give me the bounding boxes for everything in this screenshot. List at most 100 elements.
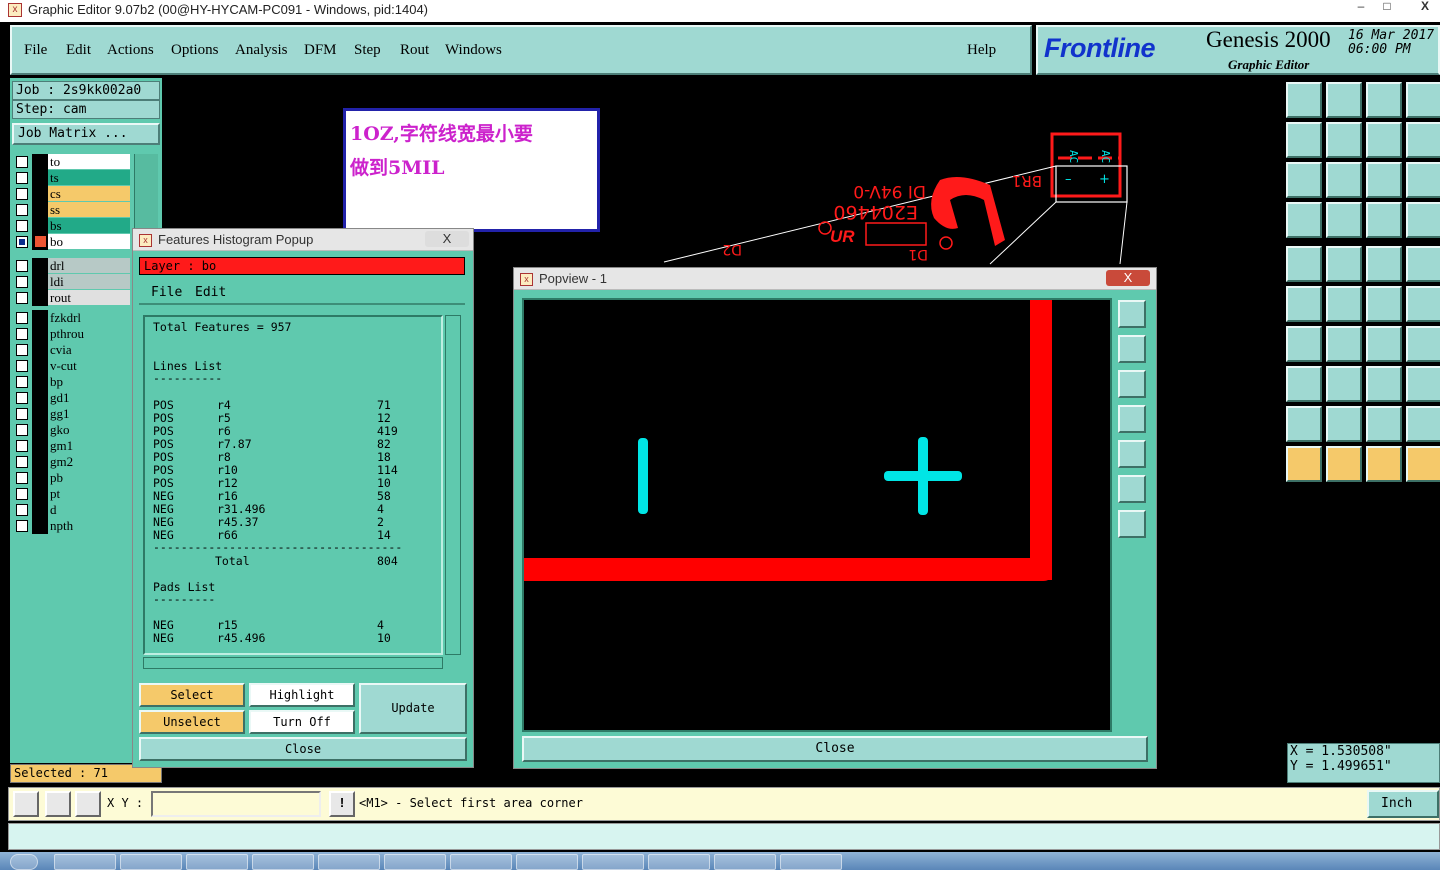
menu-actions[interactable]: Actions: [107, 42, 154, 59]
taskbar-item-3[interactable]: [186, 854, 248, 870]
popview-drawing-area[interactable]: [522, 298, 1112, 732]
layer-checkbox[interactable]: [16, 312, 28, 324]
layer-name[interactable]: gko: [48, 422, 130, 437]
taskbar-item-6[interactable]: [384, 854, 446, 870]
menu-rout[interactable]: Rout: [400, 42, 429, 59]
toolbar-tool-icon[interactable]: [1406, 122, 1440, 158]
layer-name[interactable]: gm2: [48, 454, 130, 469]
toolbar-tool-icon[interactable]: [1286, 286, 1322, 322]
layer-row-gko[interactable]: gko: [14, 422, 132, 438]
units-button[interactable]: Inch: [1367, 790, 1439, 818]
popview-close-button[interactable]: Close: [522, 736, 1148, 762]
layer-row-pthrou[interactable]: pthrou: [14, 326, 132, 342]
taskbar-item-7[interactable]: [450, 854, 512, 870]
menu-file[interactable]: File: [24, 42, 47, 59]
layer-row-rout[interactable]: rout: [14, 290, 132, 306]
layer-checkbox[interactable]: [16, 488, 28, 500]
layer-checkbox[interactable]: [16, 328, 28, 340]
layer-row-ts[interactable]: ts: [14, 170, 132, 186]
layer-checkbox[interactable]: [16, 188, 28, 200]
layer-name[interactable]: pt: [48, 486, 130, 501]
menu-windows[interactable]: Windows: [445, 42, 502, 59]
layer-checkbox[interactable]: [16, 236, 28, 248]
toolbar-tool-icon[interactable]: [1286, 202, 1322, 238]
snap-mode-icon[interactable]: [13, 791, 39, 817]
layer-row-pb[interactable]: pb: [14, 470, 132, 486]
layer-name[interactable]: cvia: [48, 342, 130, 357]
xy-input[interactable]: [151, 791, 321, 817]
toolbar-tool-icon[interactable]: [1366, 286, 1402, 322]
layer-checkbox[interactable]: [16, 156, 28, 168]
toolbar-tool-icon[interactable]: [1406, 162, 1440, 198]
layer-checkbox[interactable]: [16, 204, 28, 216]
layer-checkbox[interactable]: [16, 520, 28, 532]
layer-name[interactable]: rout: [48, 290, 130, 305]
layer-checkbox[interactable]: [16, 392, 28, 404]
toolbar-tool-icon[interactable]: [1406, 286, 1440, 322]
histogram-close-x[interactable]: X: [425, 231, 469, 247]
layer-checkbox[interactable]: [16, 424, 28, 436]
taskbar-item-9[interactable]: [582, 854, 644, 870]
toolbar-tool-icon[interactable]: [1326, 366, 1362, 402]
toolbar-tool-icon[interactable]: [1326, 406, 1362, 442]
histogram-hscroll[interactable]: [143, 657, 443, 669]
popview-zoom-fit-icon[interactable]: [1118, 300, 1146, 328]
toolbar-tool-icon[interactable]: [1326, 286, 1362, 322]
highlight-button[interactable]: Highlight: [249, 683, 355, 707]
toolbar-tool-icon[interactable]: [1286, 406, 1322, 442]
layer-row-v-cut[interactable]: v-cut: [14, 358, 132, 374]
taskbar-item-5[interactable]: [318, 854, 380, 870]
measure-mode-icon[interactable]: [45, 791, 71, 817]
layer-checkbox[interactable]: [16, 376, 28, 388]
layer-checkbox[interactable]: [16, 172, 28, 184]
popview-zoom-in-icon[interactable]: [1118, 475, 1146, 503]
toolbar-tool-icon[interactable]: [1326, 246, 1362, 282]
toolbar-tool-icon[interactable]: [1366, 326, 1402, 362]
layer-checkbox[interactable]: [16, 472, 28, 484]
toolbar-tool-icon[interactable]: [1286, 366, 1322, 402]
toolbar-tool-icon[interactable]: [1366, 246, 1402, 282]
popview-close-x[interactable]: X: [1106, 270, 1150, 286]
update-button[interactable]: Update: [359, 683, 467, 734]
menu-help[interactable]: Help: [967, 42, 996, 59]
layer-checkbox[interactable]: [16, 504, 28, 516]
toolbar-tool-icon[interactable]: [1286, 446, 1322, 482]
layer-row-npth[interactable]: npth: [14, 518, 132, 534]
select-button[interactable]: Select: [139, 683, 245, 707]
layer-row-bp[interactable]: bp: [14, 374, 132, 390]
close-window-button[interactable]: X: [1414, 0, 1436, 14]
toolbar-tool-icon[interactable]: [1366, 202, 1402, 238]
layer-row-ss[interactable]: ss: [14, 202, 132, 218]
layer-row-pt[interactable]: pt: [14, 486, 132, 502]
toolbar-tool-icon[interactable]: [1366, 122, 1402, 158]
popview-pan-left-icon[interactable]: [1118, 405, 1146, 433]
layer-name[interactable]: pb: [48, 470, 130, 485]
turn-off-button[interactable]: Turn Off: [249, 710, 355, 734]
toolbar-tool-icon[interactable]: [1366, 446, 1402, 482]
layer-row-gm1[interactable]: gm1: [14, 438, 132, 454]
taskbar-item-12[interactable]: [780, 854, 842, 870]
taskbar-item-2[interactable]: [120, 854, 182, 870]
popview-pan-right-icon[interactable]: [1118, 440, 1146, 468]
layer-name[interactable]: ts: [48, 170, 130, 185]
layer-name[interactable]: drl: [48, 258, 130, 273]
layer-checkbox[interactable]: [16, 408, 28, 420]
layer-name[interactable]: d: [48, 502, 130, 517]
histogram-close-button[interactable]: Close: [139, 737, 467, 761]
layer-row-drl[interactable]: drl: [14, 258, 132, 274]
layer-name[interactable]: to: [48, 154, 130, 169]
toolbar-tool-icon[interactable]: [1406, 202, 1440, 238]
toolbar-tool-icon[interactable]: [1326, 162, 1362, 198]
start-button[interactable]: [10, 854, 38, 870]
toolbar-tool-icon[interactable]: [1406, 246, 1440, 282]
layer-name[interactable]: bs: [48, 218, 130, 233]
unselect-button[interactable]: Unselect: [139, 710, 245, 734]
histogram-list[interactable]: Total Features = 957 Lines List --------…: [143, 315, 443, 655]
histogram-menu-file[interactable]: File: [151, 285, 182, 300]
menu-dfm[interactable]: DFM: [304, 42, 337, 59]
popview-pan-up-icon[interactable]: [1118, 335, 1146, 363]
layer-name[interactable]: npth: [48, 518, 130, 533]
toolbar-tool-icon[interactable]: [1406, 82, 1440, 118]
layer-checkbox[interactable]: [16, 440, 28, 452]
layer-checkbox[interactable]: [16, 456, 28, 468]
